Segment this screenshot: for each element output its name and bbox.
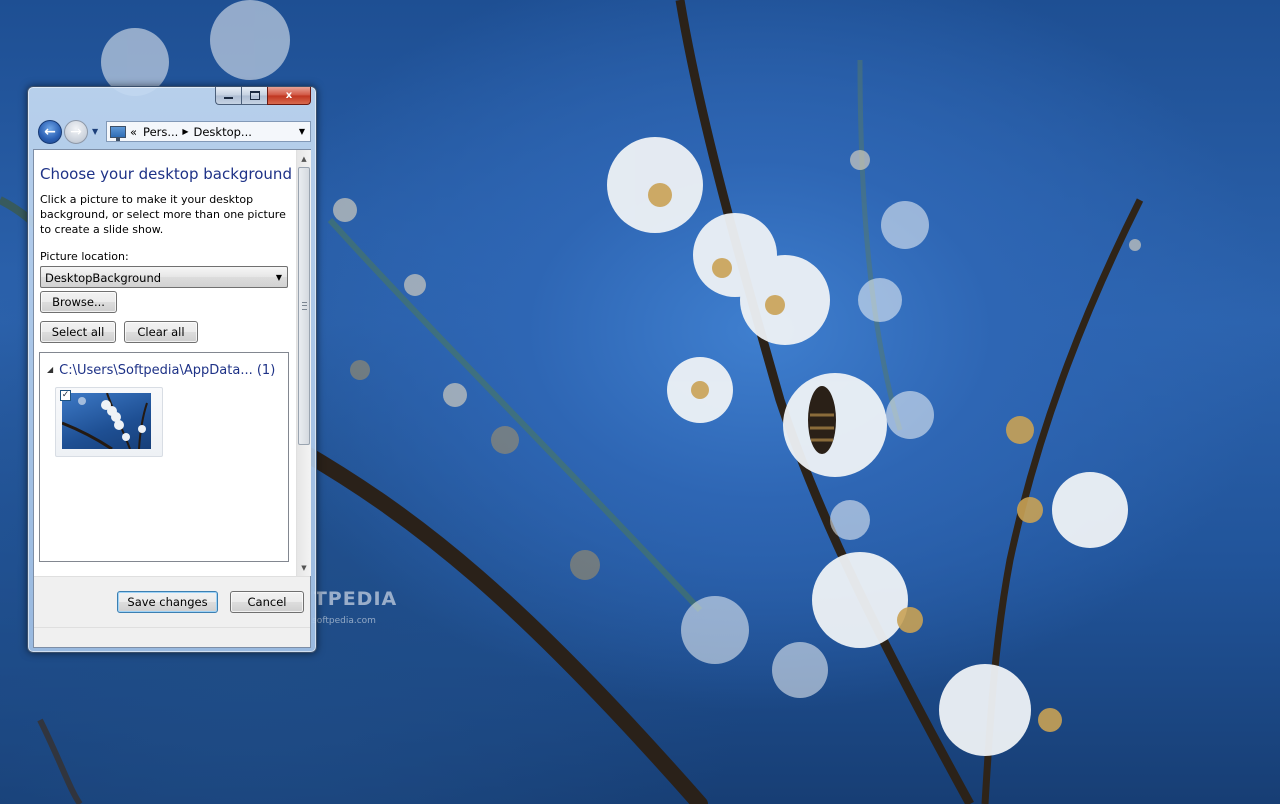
breadcrumb-separator-icon[interactable]: ▶ <box>182 127 188 136</box>
recent-pages-dropdown-icon[interactable]: ▼ <box>92 127 98 136</box>
content-pane: Choose your desktop background Click a p… <box>34 150 294 576</box>
picture-location-select[interactable]: DesktopBackground ▼ <box>40 266 288 288</box>
client-area: Choose your desktop background Click a p… <box>33 149 311 648</box>
caption-buttons: x <box>215 87 311 107</box>
vertical-scrollbar[interactable]: ▲ ▼ <box>296 150 311 576</box>
minimize-button[interactable] <box>215 87 241 105</box>
dialog-footer: Save changes Cancel <box>34 576 310 647</box>
cancel-button[interactable]: Cancel <box>230 591 304 613</box>
close-icon: x <box>285 89 293 101</box>
page-title: Choose your desktop background <box>40 165 292 183</box>
select-all-button[interactable]: Select all <box>40 321 116 343</box>
dropdown-arrow-icon: ▼ <box>275 273 282 282</box>
picture-location-label: Picture location: <box>40 250 129 263</box>
control-panel-icon <box>110 125 126 141</box>
page-description: Click a picture to make it your desktop … <box>40 193 286 236</box>
blossom-thumbnail-art <box>62 393 148 449</box>
browse-button[interactable]: Browse... <box>40 291 117 313</box>
forward-arrow-icon: → <box>70 124 82 140</box>
maximize-button[interactable] <box>241 87 267 105</box>
scrollbar-thumb[interactable] <box>298 167 310 445</box>
breadcrumb-desktop-background[interactable]: Desktop... <box>194 125 252 139</box>
scroll-up-icon[interactable]: ▲ <box>298 151 310 166</box>
save-changes-button[interactable]: Save changes <box>117 591 218 613</box>
picture-list: ◢ C:\Users\Softpedia\AppData... (1) ✓ <box>39 352 289 562</box>
breadcrumb-overflow-icon[interactable]: « <box>130 125 137 139</box>
back-button[interactable]: ← <box>38 120 62 144</box>
collapse-triangle-icon[interactable]: ◢ <box>47 365 53 374</box>
address-dropdown-icon[interactable]: ▼ <box>299 127 305 136</box>
scroll-down-icon[interactable]: ▼ <box>298 560 310 575</box>
scrollbar-grip-icon <box>302 302 307 310</box>
picture-group-path: C:\Users\Softpedia\AppData... (1) <box>59 363 276 378</box>
navigation-bar: ← → ▼ « Pers... ▶ Desktop... ▼ <box>34 119 312 145</box>
picture-location-value: DesktopBackground <box>45 271 162 285</box>
minimize-icon <box>224 97 233 99</box>
forward-button[interactable]: → <box>64 120 88 144</box>
clear-all-button[interactable]: Clear all <box>124 321 198 343</box>
address-bar[interactable]: « Pers... ▶ Desktop... ▼ <box>106 121 311 142</box>
back-arrow-icon: ← <box>44 124 56 140</box>
maximize-icon <box>249 91 260 100</box>
blossom-thumbnail[interactable] <box>62 393 151 449</box>
personalization-window: x ← → ▼ « Pers... ▶ Desktop... ▼ Choose … <box>27 86 317 653</box>
picture-checkbox[interactable]: ✓ <box>60 390 71 401</box>
footer-divider <box>34 627 310 628</box>
checkmark-icon: ✓ <box>61 390 70 400</box>
picture-item[interactable]: ✓ <box>55 387 163 457</box>
picture-group-header[interactable]: ◢ C:\Users\Softpedia\AppData... (1) <box>47 363 275 378</box>
close-button[interactable]: x <box>267 87 311 105</box>
breadcrumb-personalization[interactable]: Pers... <box>143 125 178 139</box>
